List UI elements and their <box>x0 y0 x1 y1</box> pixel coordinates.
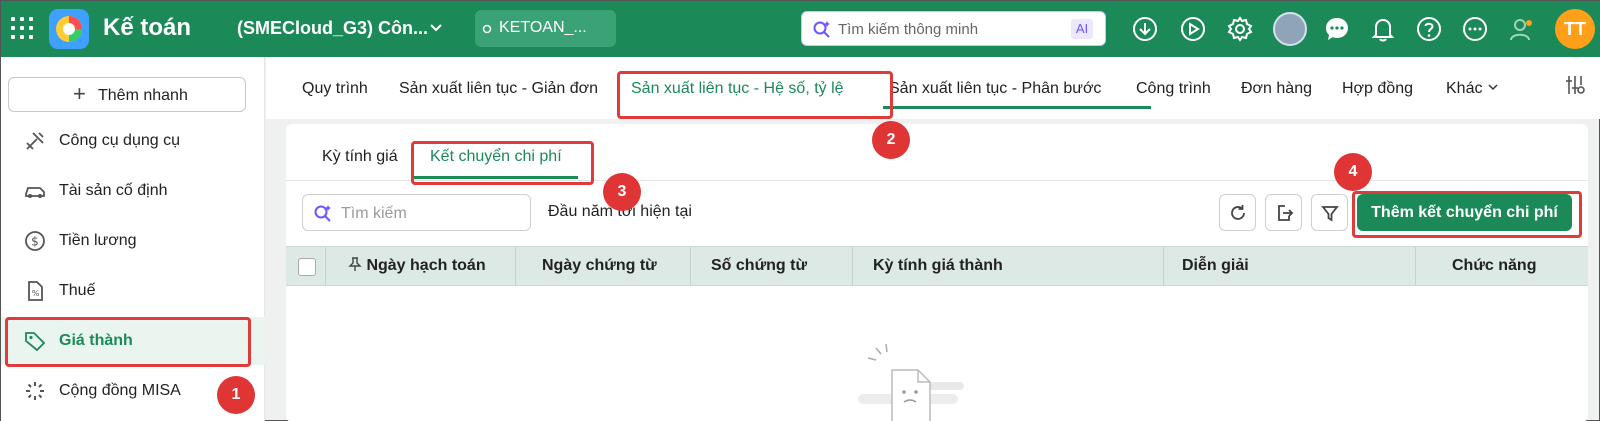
tax-doc-icon: % <box>28 281 43 301</box>
tab-continuous-step[interactable]: Sản xuất liên tục - Phân bước <box>889 80 1101 98</box>
sidebar-item-payroll[interactable]: $ Tiền lương <box>1 217 265 265</box>
column-posting-date[interactable]: Ngày hạch toán <box>326 247 516 285</box>
smart-search-input[interactable]: Tìm kiếm thông minh AI <box>801 11 1106 46</box>
help-icon[interactable] <box>1415 15 1443 43</box>
app-logo <box>49 9 89 49</box>
download-icon[interactable] <box>1131 15 1159 43</box>
apps-grid-icon[interactable] <box>11 17 35 41</box>
table-header: Ngày hạch toán Ngày chứng từ Số chứng từ… <box>286 246 1588 286</box>
car-icon <box>25 187 45 198</box>
bell-icon[interactable] <box>1369 15 1397 43</box>
svg-text:$: $ <box>31 235 39 249</box>
column-label: Ngày hạch toán <box>366 257 486 274</box>
chevron-down-icon[interactable] <box>429 21 443 40</box>
avatar[interactable] <box>1273 12 1307 46</box>
sidebar-item-label: Công cụ dụng cụ <box>59 132 180 149</box>
column-voucher-number[interactable]: Số chứng từ <box>691 247 853 285</box>
ai-badge[interactable]: AI <box>1071 19 1093 39</box>
database-selector[interactable]: KETOAN_... <box>475 10 616 47</box>
ai-search-icon <box>314 205 331 222</box>
search-placeholder: Tìm kiếm <box>341 205 407 222</box>
highlight-box-2 <box>617 71 893 119</box>
ai-search-icon <box>813 21 830 38</box>
export-button[interactable] <box>1265 194 1302 231</box>
refresh-button[interactable] <box>1219 194 1256 231</box>
tab-construction[interactable]: Công trình <box>1136 80 1211 98</box>
step-badge-1: 1 <box>217 376 255 414</box>
refresh-icon <box>1231 205 1245 220</box>
pin-icon[interactable] <box>348 256 362 272</box>
sidebar-item-tax[interactable]: % Thuế <box>1 267 265 315</box>
empty-state-icon <box>858 343 964 421</box>
tab-contracts[interactable]: Hợp đồng <box>1342 80 1413 98</box>
filter-icon <box>1321 206 1339 222</box>
sidebar-item-label: Tài sản cố định <box>59 182 168 199</box>
sidebar-item-fixed-assets[interactable]: Tài sản cố định <box>1 167 265 215</box>
tab-more-label: Khác <box>1446 80 1483 97</box>
sidebar-item-label: Cộng đồng MISA <box>59 382 181 399</box>
community-icon <box>26 382 44 400</box>
highlight-box-4 <box>1352 191 1582 238</box>
tools-icon <box>26 132 44 150</box>
export-icon <box>1278 205 1294 221</box>
tab-continuous-simple[interactable]: Sản xuất liên tục - Giản đơn <box>399 80 598 98</box>
step-badge-3: 3 <box>603 173 641 211</box>
select-all-checkbox[interactable] <box>298 258 316 276</box>
column-actions: Chức năng <box>1452 257 1537 274</box>
quick-add-button[interactable]: + Thêm nhanh <box>8 77 246 112</box>
app-title: Kế toán <box>103 14 192 41</box>
highlight-box-1 <box>5 317 251 367</box>
database-name: KETOAN_... <box>499 19 587 36</box>
user-initials-avatar[interactable]: TT <box>1555 9 1595 49</box>
more-icon[interactable] <box>1461 15 1489 43</box>
sidebar-item-tools[interactable]: Công cụ dụng cụ <box>1 117 265 165</box>
chat-icon[interactable] <box>1323 15 1351 43</box>
tab-process[interactable]: Quy trình <box>302 80 368 98</box>
column-costing-period[interactable]: Kỳ tính giá thành <box>853 247 1164 285</box>
column-description[interactable]: Diễn giải <box>1164 247 1416 285</box>
module-tab-bar: Quy trình Sản xuất liên tục - Giản đơn S… <box>266 57 1600 119</box>
column-voucher-date[interactable]: Ngày chứng từ <box>516 247 691 285</box>
active-tab-indicator <box>883 106 1151 109</box>
svg-text:%: % <box>32 289 40 298</box>
search-input[interactable]: Tìm kiếm <box>302 194 531 231</box>
dollar-icon: $ <box>25 231 45 251</box>
sidebar-item-label: Thuế <box>59 282 96 299</box>
company-selector[interactable]: (SMECloud_G3) Côn... <box>237 18 428 39</box>
smart-search-placeholder: Tìm kiếm thông minh <box>838 21 979 38</box>
status-dot-icon <box>482 24 492 34</box>
step-badge-4: 4 <box>1334 153 1372 191</box>
filter-button[interactable] <box>1311 194 1348 231</box>
quick-add-label: Thêm nhanh <box>98 87 188 104</box>
subtab-costing-period[interactable]: Kỳ tính giá <box>322 148 398 166</box>
tab-orders[interactable]: Đơn hàng <box>1241 80 1312 98</box>
sidebar-item-label: Tiền lương <box>59 232 137 249</box>
chevron-down-icon <box>1488 84 1498 91</box>
select-all-cell <box>286 247 326 285</box>
tab-more[interactable]: Khác <box>1446 80 1499 98</box>
settings-icon[interactable] <box>1226 15 1254 43</box>
tab-settings-icon[interactable] <box>1563 73 1587 97</box>
play-icon[interactable] <box>1179 15 1207 43</box>
user-icon[interactable] <box>1507 15 1535 43</box>
highlight-box-3 <box>411 141 594 185</box>
plus-icon: + <box>73 81 86 106</box>
step-badge-2: 2 <box>872 121 910 159</box>
top-bar: Kế toán (SMECloud_G3) Côn... KETOAN_... … <box>1 1 1600 57</box>
